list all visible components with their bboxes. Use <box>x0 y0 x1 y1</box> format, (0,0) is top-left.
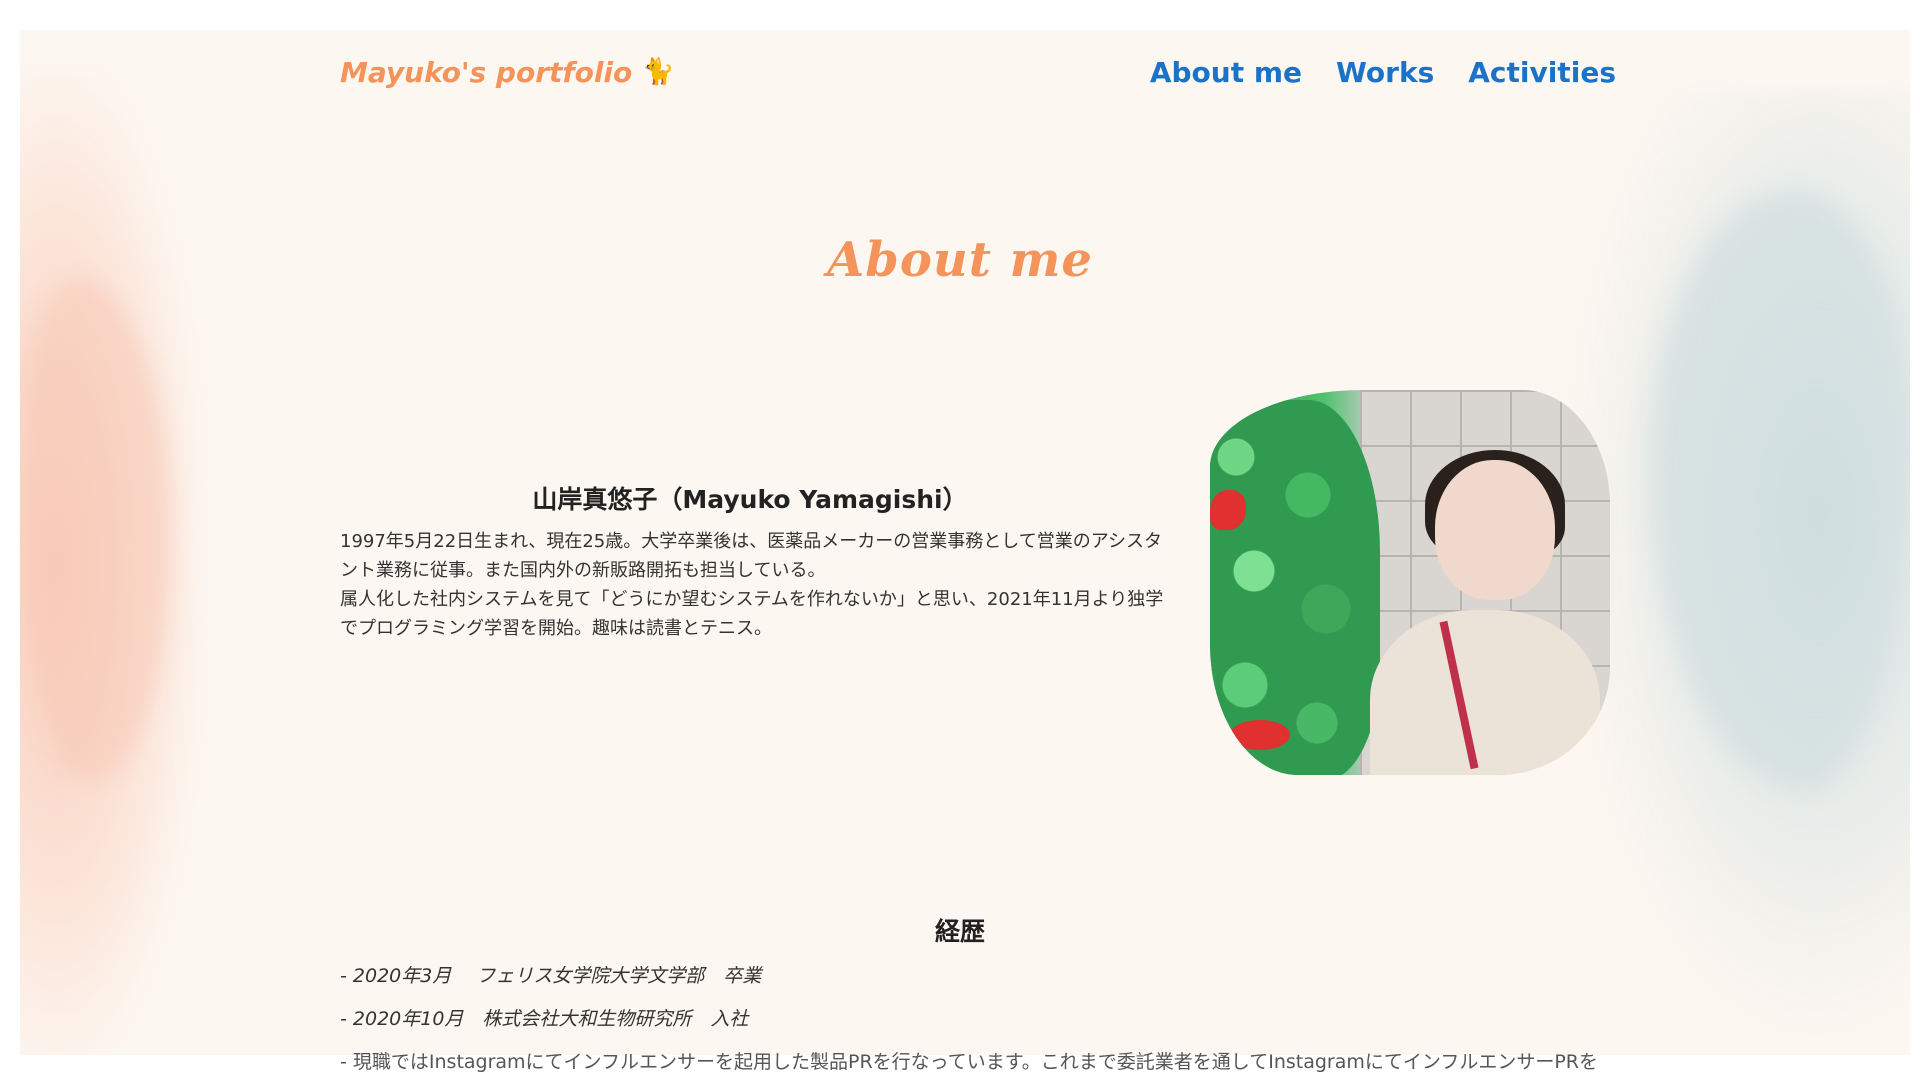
profile-paragraph: 1997年5月22日生まれ、現在25歳。大学卒業後は、医薬品メーカーの営業事務と… <box>340 531 1162 581</box>
nav-about-me[interactable]: About me <box>1150 56 1302 89</box>
profile-name: 山岸真悠子（Mayuko Yamagishi） <box>532 485 968 514</box>
nav-activities[interactable]: Activities <box>1468 56 1616 89</box>
photo-person-face <box>1435 460 1555 600</box>
career-item: - 2020年10月 株式会社大和生物研究所 入社 <box>340 1008 749 1030</box>
cat-icon: 🐈 <box>642 57 675 87</box>
logo-text: Mayuko's portfolio <box>340 55 633 89</box>
about-section-title: About me <box>827 232 1093 288</box>
photo-flower-wall <box>1210 400 1380 775</box>
site-header: Mayuko's portfolio 🐈 About me Works Acti… <box>340 42 1616 102</box>
career-item: - 現職ではInstagramにてインフルエンサーを起用した製品PRを行なってい… <box>340 1051 1598 1073</box>
photo-person-body <box>1370 610 1600 775</box>
main-nav: About me Works Activities <box>1150 56 1616 89</box>
nav-works[interactable]: Works <box>1336 56 1434 89</box>
profile-description: 1997年5月22日生まれ、現在25歳。大学卒業後は、医薬品メーカーの営業事務と… <box>340 527 1170 643</box>
profile-paragraph: 属人化した社内システムを見て「どうにか望むシステムを作れないか」と思い、2021… <box>340 589 1164 639</box>
photo-red-flower <box>1230 720 1290 750</box>
career-list: - 2020年3月 フェリス女学院大学文学部 卒業 - 2020年10月 株式会… <box>340 955 1620 1084</box>
career-item: - 2020年3月 フェリス女学院大学文学部 卒業 <box>340 965 762 987</box>
career-section-title: 経歴 <box>934 917 985 946</box>
profile-photo <box>1210 390 1610 775</box>
site-logo[interactable]: Mayuko's portfolio 🐈 <box>340 56 675 89</box>
photo-red-flower <box>1210 490 1246 530</box>
